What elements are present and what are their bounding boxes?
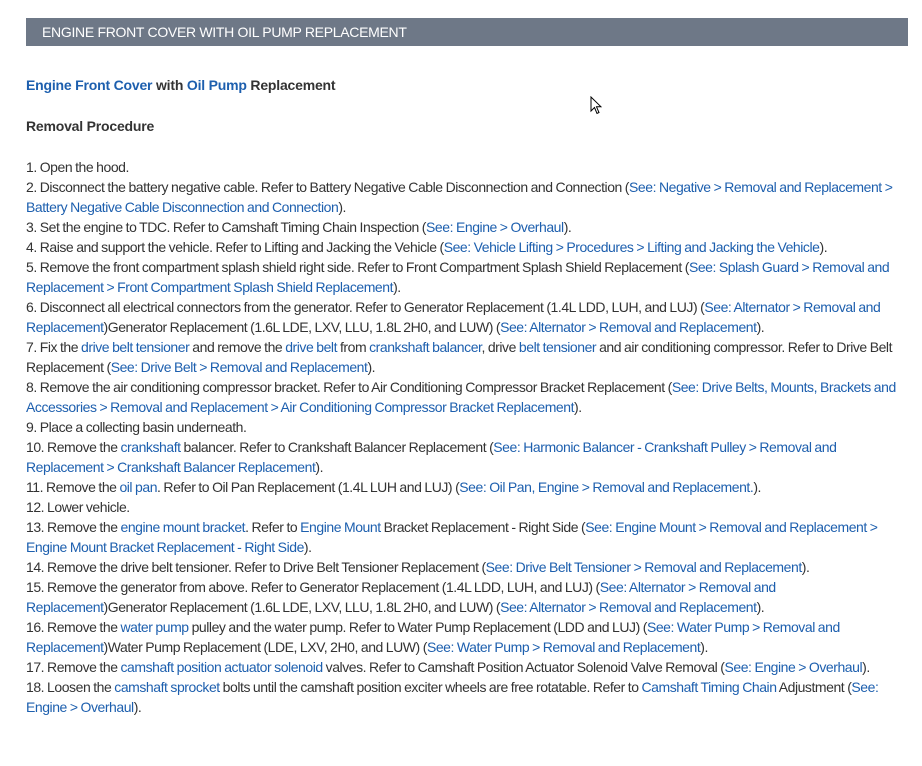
step-text: 7. Fix the bbox=[26, 339, 82, 355]
step-text: from bbox=[337, 339, 370, 355]
step-text: 16. Remove the bbox=[26, 619, 121, 635]
reference-link[interactable]: water pump bbox=[120, 619, 189, 635]
step-text: 2. Disconnect the battery negative cable… bbox=[26, 179, 630, 195]
reference-link[interactable]: crankshaft bbox=[120, 439, 181, 455]
reference-link[interactable]: Engine Mount bbox=[300, 519, 381, 535]
title-text: Replacement bbox=[246, 77, 336, 93]
step-text: 1. Open the hood. bbox=[26, 159, 129, 175]
procedure-step: 17. Remove the camshaft position actuato… bbox=[26, 657, 910, 677]
document-title: Engine Front Cover with Oil Pump Replace… bbox=[26, 77, 336, 93]
engine-front-cover-link[interactable]: Engine Front Cover bbox=[26, 77, 152, 93]
step-text: 12. Lower vehicle. bbox=[26, 499, 130, 515]
step-text: ). bbox=[338, 199, 346, 215]
procedure-step: 7. Fix the drive belt tensioner and remo… bbox=[26, 337, 910, 377]
reference-link[interactable]: See: Vehicle Lifting > Procedures > Lift… bbox=[444, 239, 820, 255]
step-text: 3. Set the engine to TDC. Refer to Camsh… bbox=[26, 219, 427, 235]
step-text: ). bbox=[393, 279, 401, 295]
procedure-step: 8. Remove the air conditioning compresso… bbox=[26, 377, 910, 417]
step-text: 15. Remove the generator from above. Ref… bbox=[26, 579, 600, 595]
procedure-step: 18. Loosen the camshaft sprocket bolts u… bbox=[26, 677, 910, 717]
step-text: ). bbox=[801, 559, 810, 575]
step-text: ). bbox=[700, 639, 708, 655]
step-text: 14. Remove the drive belt tensioner. Ref… bbox=[26, 559, 486, 575]
reference-link[interactable]: belt tensioner bbox=[519, 339, 597, 355]
step-text: Adjustment ( bbox=[776, 679, 852, 695]
step-text: 17. Remove the bbox=[26, 659, 121, 675]
step-text: pulley and the water pump. Refer to Wate… bbox=[188, 619, 648, 635]
procedure-step: 1. Open the hood. bbox=[26, 157, 910, 177]
procedure-step: 3. Set the engine to TDC. Refer to Camsh… bbox=[26, 217, 910, 237]
procedure-step: 9. Place a collecting basin underneath. bbox=[26, 417, 910, 437]
procedure-step: 4. Raise and support the vehicle. Refer … bbox=[26, 237, 910, 257]
procedure-step: 5. Remove the front compartment splash s… bbox=[26, 257, 910, 297]
procedure-step: 6. Disconnect all electrical connectors … bbox=[26, 297, 910, 337]
reference-link[interactable]: engine mount bracket bbox=[120, 519, 245, 535]
step-text: 9. Place a collecting basin underneath. bbox=[26, 419, 247, 435]
step-text: ). bbox=[303, 539, 312, 555]
procedure-step: 2. Disconnect the battery negative cable… bbox=[26, 177, 910, 217]
step-text: ). bbox=[367, 359, 376, 375]
step-text: ). bbox=[753, 479, 761, 495]
procedure-step: 14. Remove the drive belt tensioner. Ref… bbox=[26, 557, 910, 577]
step-text: )Water Pump Replacement (LDE, LXV, 2H0, … bbox=[103, 639, 428, 655]
title-text: with bbox=[152, 77, 187, 93]
reference-link[interactable]: camshaft position actuator solenoid bbox=[120, 659, 323, 675]
reference-link[interactable]: drive belt bbox=[285, 339, 337, 355]
reference-link[interactable]: See: Oil Pan, Engine > Removal and Repla… bbox=[459, 479, 753, 495]
procedure-step: 11. Remove the oil pan. Refer to Oil Pan… bbox=[26, 477, 910, 497]
step-text: )Generator Replacement (1.6L LDE, LXV, L… bbox=[103, 319, 501, 335]
procedure-steps-list: 1. Open the hood. 2. Disconnect the batt… bbox=[26, 157, 910, 717]
step-text: ). bbox=[133, 699, 142, 715]
step-text: ). bbox=[315, 459, 324, 475]
reference-link[interactable]: camshaft sprocket bbox=[114, 679, 220, 695]
step-text: 8. Remove the air conditioning compresso… bbox=[26, 379, 672, 395]
reference-link[interactable]: crankshaft balancer bbox=[369, 339, 482, 355]
removal-procedure-heading: Removal Procedure bbox=[26, 118, 155, 134]
step-text: 13. Remove the bbox=[26, 519, 121, 535]
step-text: . Refer to Oil Pan Replacement (1.4L LUH… bbox=[157, 479, 460, 495]
mouse-cursor-icon bbox=[590, 95, 603, 120]
procedure-step: 16. Remove the water pump pulley and the… bbox=[26, 617, 910, 657]
reference-link[interactable]: drive belt tensioner bbox=[81, 339, 190, 355]
step-text: and remove the bbox=[189, 339, 286, 355]
procedure-step: 13. Remove the engine mount bracket. Ref… bbox=[26, 517, 910, 557]
procedure-step: 10. Remove the crankshaft balancer. Refe… bbox=[26, 437, 910, 477]
step-text: . Refer to bbox=[245, 519, 301, 535]
step-text: 18. Loosen the bbox=[26, 679, 115, 695]
reference-link[interactable]: oil pan bbox=[119, 479, 157, 495]
section-header-bar: ENGINE FRONT COVER WITH OIL PUMP REPLACE… bbox=[26, 18, 908, 46]
reference-link[interactable]: See: Water Pump > Removal and Replacemen… bbox=[427, 639, 701, 655]
step-text: valves. Refer to Camshaft Position Actua… bbox=[322, 659, 725, 675]
step-text: )Generator Replacement (1.6L LDE, LXV, L… bbox=[103, 599, 501, 615]
step-text: 5. Remove the front compartment splash s… bbox=[26, 259, 689, 275]
step-text: bolts until the camshaft position excite… bbox=[219, 679, 642, 695]
reference-link[interactable]: See: Engine > Overhaul bbox=[725, 659, 863, 675]
step-text: ). bbox=[819, 239, 828, 255]
step-text: Bracket Replacement - Right Side ( bbox=[380, 519, 586, 535]
oil-pump-link[interactable]: Oil Pump bbox=[187, 77, 247, 93]
step-text: ). bbox=[862, 659, 870, 675]
step-text: 4. Raise and support the vehicle. Refer … bbox=[26, 239, 444, 255]
step-text: balancer. Refer to Crankshaft Balancer R… bbox=[180, 439, 494, 455]
reference-link[interactable]: See: Engine > Overhaul bbox=[426, 219, 564, 235]
step-text: ). bbox=[563, 219, 572, 235]
step-text: 6. Disconnect all electrical connectors … bbox=[26, 299, 705, 315]
step-text: ). bbox=[756, 319, 765, 335]
step-text: 10. Remove the bbox=[26, 439, 121, 455]
procedure-step: 12. Lower vehicle. bbox=[26, 497, 910, 517]
procedure-step: 15. Remove the generator from above. Ref… bbox=[26, 577, 910, 617]
reference-link[interactable]: See: Alternator > Removal and Replacemen… bbox=[500, 599, 757, 615]
step-text: 11. Remove the bbox=[26, 479, 120, 495]
section-header-title: ENGINE FRONT COVER WITH OIL PUMP REPLACE… bbox=[42, 24, 407, 40]
reference-link[interactable]: Camshaft Timing Chain bbox=[641, 679, 777, 695]
step-text: , drive bbox=[481, 339, 519, 355]
reference-link[interactable]: See: Alternator > Removal and Replacemen… bbox=[500, 319, 757, 335]
step-text: ). bbox=[756, 599, 765, 615]
reference-link[interactable]: See: Drive Belt Tensioner > Removal and … bbox=[486, 559, 803, 575]
step-text: ). bbox=[574, 399, 582, 415]
reference-link[interactable]: See: Drive Belt > Removal and Replacemen… bbox=[111, 359, 368, 375]
